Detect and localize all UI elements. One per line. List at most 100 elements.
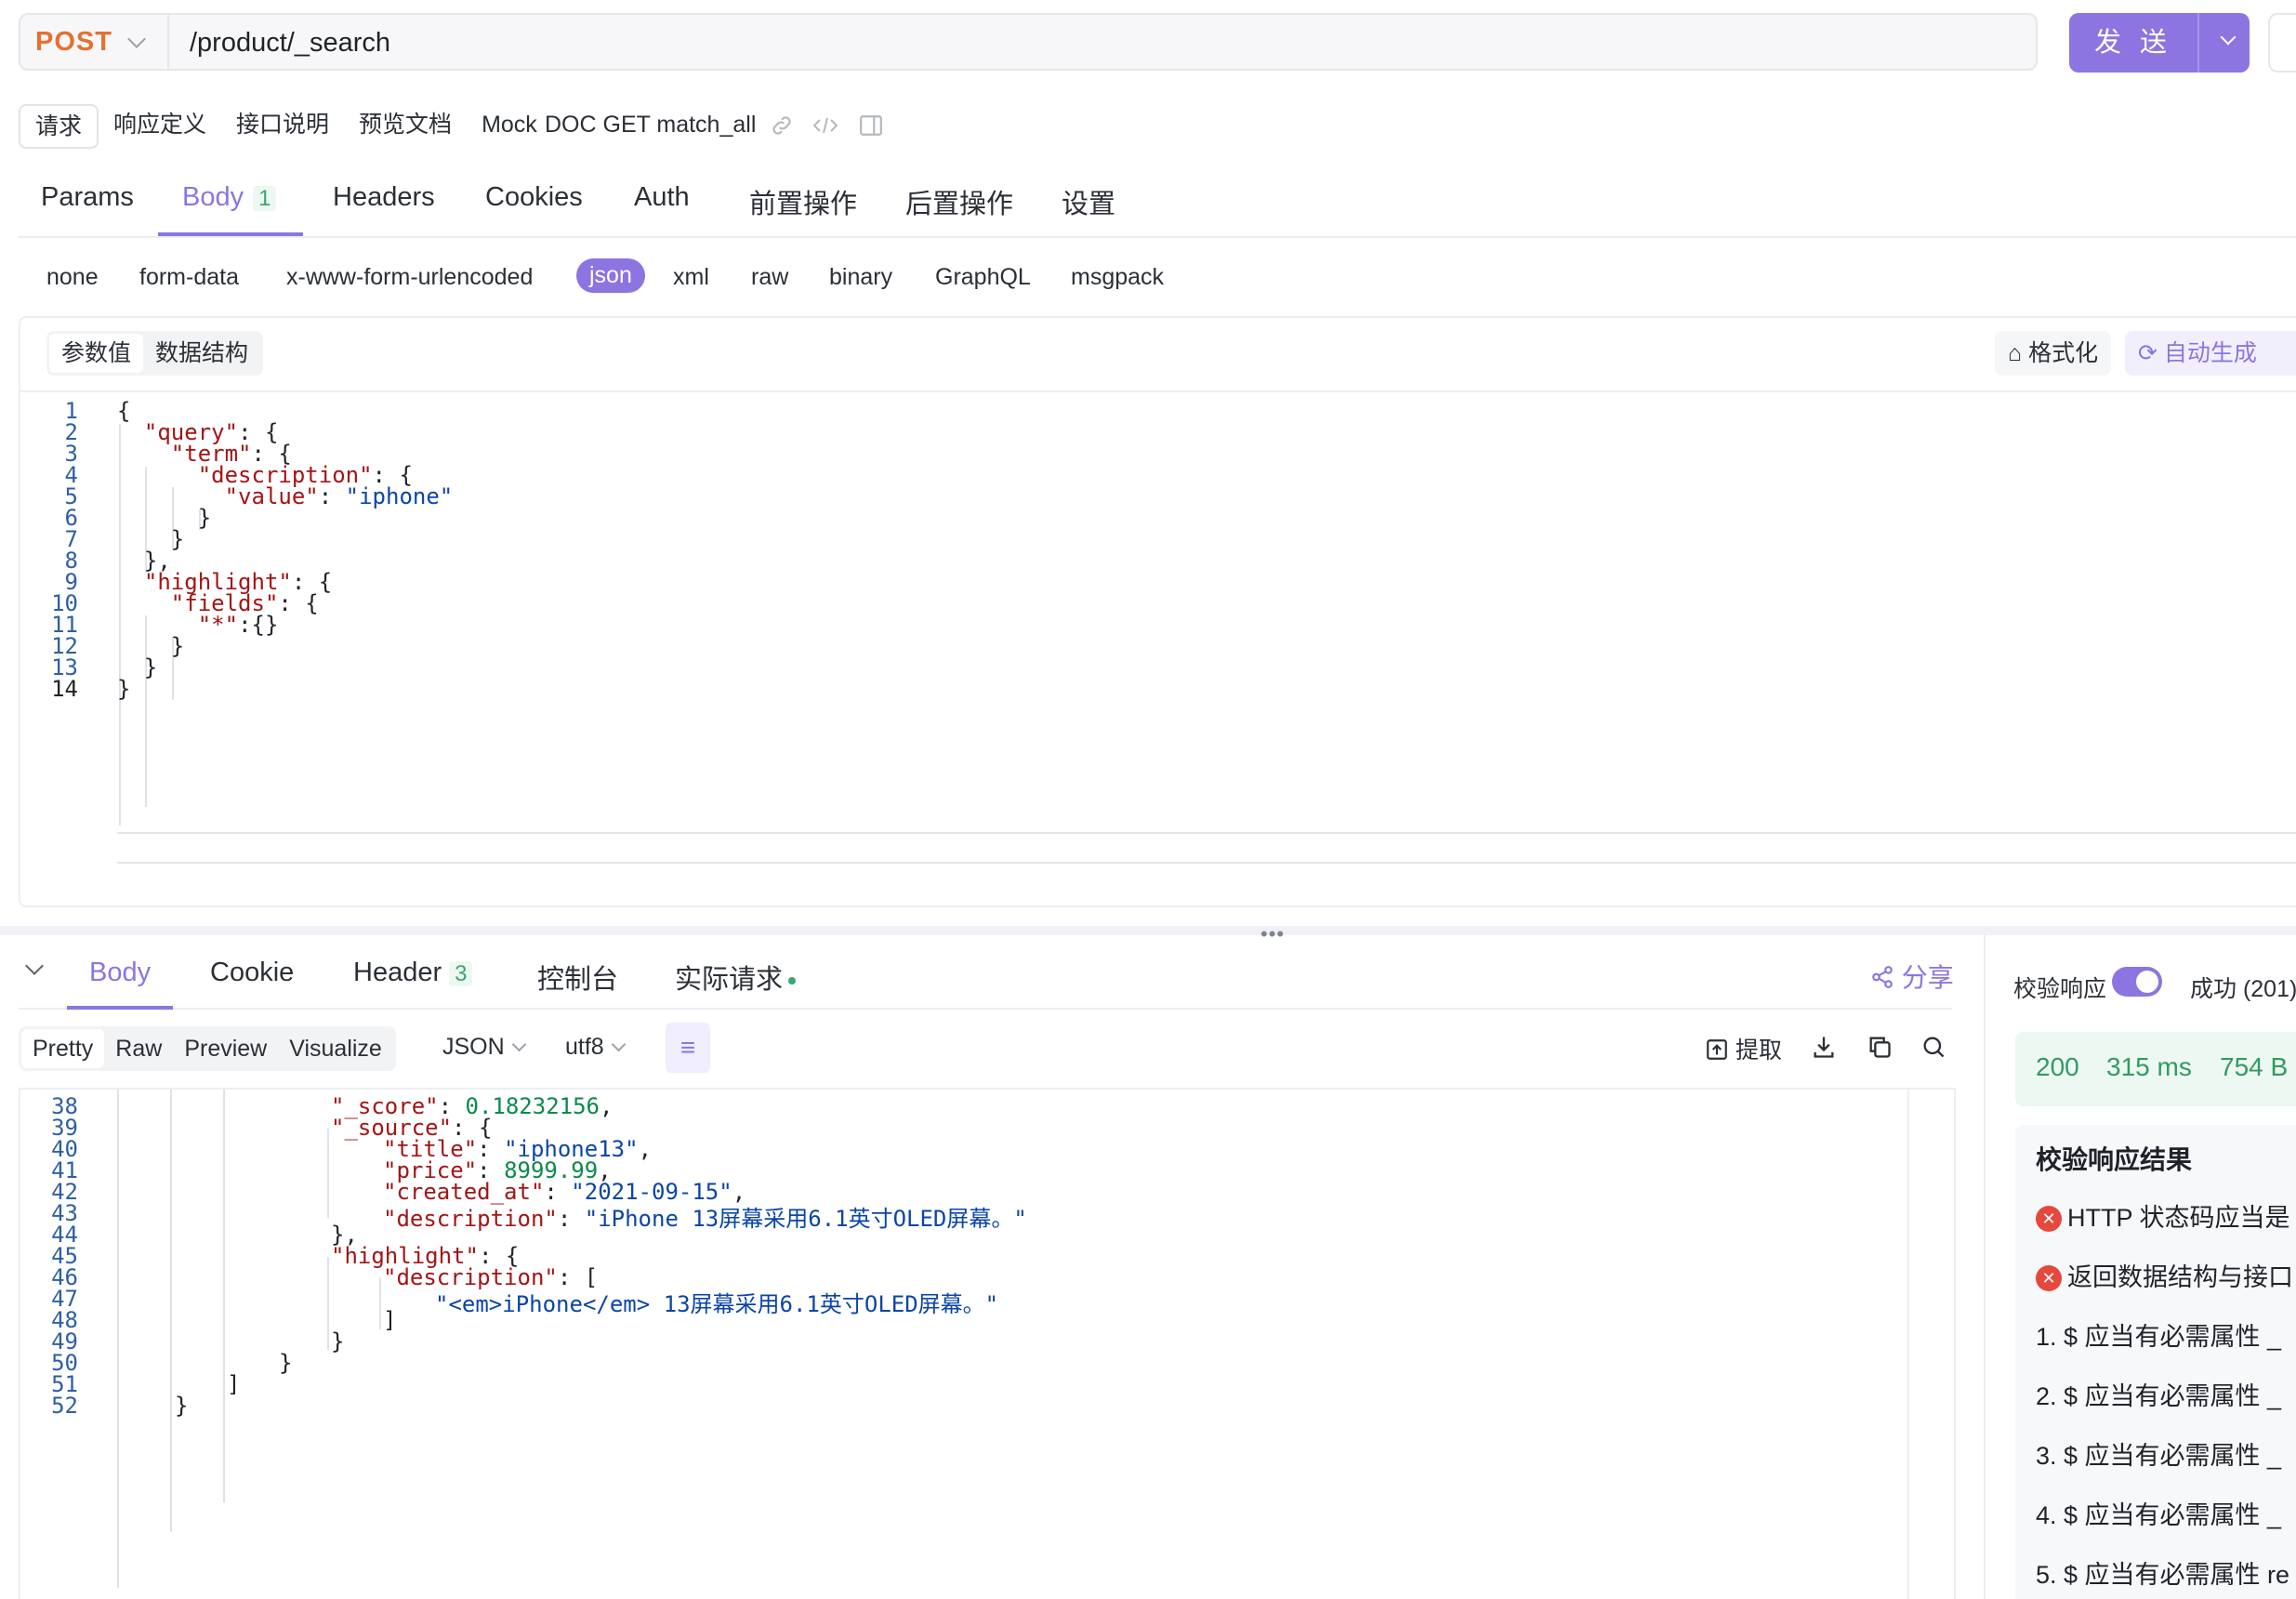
view-mode-switch: Pretty Raw Preview Visualize xyxy=(19,1026,396,1071)
validate-response-label: 校验响应 xyxy=(2013,976,2107,1002)
format-icon: ⌂ xyxy=(2008,340,2023,366)
validation-item: 1. $ 应当有必需属性 _ xyxy=(2036,1323,2282,1351)
error-icon: ✕ xyxy=(2036,1206,2062,1232)
send-button[interactable]: 发 送 xyxy=(2069,13,2250,73)
url-input[interactable]: /product/_search xyxy=(190,28,390,59)
tab-response-body[interactable]: Body xyxy=(89,958,151,988)
code-line: ] xyxy=(383,1307,397,1333)
indent-guide xyxy=(327,1129,329,1218)
view-visualize[interactable]: Visualize xyxy=(278,1029,393,1068)
extract-button[interactable]: 提取 xyxy=(1705,1032,1782,1065)
error-icon: ✕ xyxy=(2036,1265,2062,1291)
body-type-graphql[interactable]: GraphQL xyxy=(935,264,1031,291)
tab-auth[interactable]: Auth xyxy=(634,182,690,213)
body-type-urlencoded[interactable]: x-www-form-urlencoded xyxy=(286,264,533,291)
code-line: } xyxy=(175,1393,189,1419)
code-line: ] xyxy=(227,1371,241,1397)
validate-response-toggle[interactable] xyxy=(2112,967,2162,997)
share-label: 分享 xyxy=(1901,963,1954,992)
format-button[interactable]: ⌂ 格式化 xyxy=(1995,331,2112,376)
code-line: } xyxy=(331,1328,345,1355)
tab-cookies[interactable]: Cookies xyxy=(485,182,583,213)
line-number: 14 xyxy=(51,676,78,702)
body-type-json[interactable]: json xyxy=(576,258,645,293)
request-body-editor[interactable]: 参数值 数据结构 ⌂ 格式化 ⟳ 自动生成 1 2 3 4 5 6 7 8 9 … xyxy=(19,316,2296,907)
code-line: "description": "iPhone 13屏幕采用6.1英寸OLED屏幕… xyxy=(383,1206,1027,1232)
tab-response-cookie[interactable]: Cookie xyxy=(210,958,294,988)
send-divider xyxy=(2197,13,2199,73)
extract-icon xyxy=(1707,1039,1727,1060)
body-type-xml[interactable]: xml xyxy=(673,264,709,291)
wrap-icon[interactable]: ≡ xyxy=(666,1023,710,1073)
code-icon[interactable] xyxy=(812,113,838,138)
validation-status[interactable]: 成功 (201) xyxy=(2190,971,2296,1004)
tab-request[interactable]: 请求 xyxy=(19,104,99,149)
body-type-binary[interactable]: binary xyxy=(829,264,892,291)
active-tab-indicator xyxy=(158,232,303,236)
doc-tabs: 请求 响应定义 接口说明 预览文档 Mock xyxy=(19,104,552,149)
save-button[interactable] xyxy=(2268,13,2296,73)
tab-headers[interactable]: Headers xyxy=(333,182,435,213)
response-body-viewer[interactable]: 38 39 40 41 42 43 44 45 46 47 48 49 50 5… xyxy=(19,1088,1956,1599)
tab-pre-operations[interactable]: 前置操作 xyxy=(749,182,857,221)
copy-icon[interactable] xyxy=(1867,1034,1893,1060)
link-icon[interactable] xyxy=(770,113,794,138)
body-type-none[interactable]: none xyxy=(46,264,99,291)
chevron-down-icon[interactable] xyxy=(2220,29,2237,46)
share-icon xyxy=(1872,966,1893,988)
view-pretty[interactable]: Pretty xyxy=(21,1029,105,1068)
tab-pre-label: 前置操作 xyxy=(749,190,858,219)
tab-post-operations[interactable]: 后置操作 xyxy=(905,182,1013,221)
mode-schema[interactable]: 数据结构 xyxy=(143,334,260,373)
response-tabs: Body Cookie Header 3 控制台 实际请求 xyxy=(19,945,1952,1010)
validation-error-text: HTTP 状态码应当是 xyxy=(2067,1204,2290,1232)
share-button[interactable]: 分享 xyxy=(1870,958,1954,995)
search-icon[interactable] xyxy=(1920,1034,1946,1060)
splitter-grip-icon[interactable]: ••• xyxy=(1260,922,1285,946)
tab-settings-label: 设置 xyxy=(1062,190,1116,219)
body-type-raw[interactable]: raw xyxy=(751,264,788,291)
extract-label: 提取 xyxy=(1735,1037,1782,1064)
tab-actual-label: 实际请求 xyxy=(675,965,784,995)
tab-settings[interactable]: 设置 xyxy=(1062,182,1115,221)
code-line: "<em>iPhone</em> 13屏幕采用6.1英寸OLED屏幕。" xyxy=(435,1291,999,1317)
indent-guide xyxy=(170,1090,172,1532)
view-raw[interactable]: Raw xyxy=(104,1029,173,1068)
doc-title: DOC GET match_all xyxy=(545,112,757,138)
method-select[interactable]: POST xyxy=(20,15,169,69)
indent-guide xyxy=(379,1277,381,1329)
code-line: } xyxy=(117,676,131,702)
tab-actual-request[interactable]: 实际请求 xyxy=(675,958,797,997)
validation-error-text: 返回数据结构与接口 xyxy=(2067,1263,2293,1291)
vertical-scrollbar[interactable] xyxy=(1907,1088,1909,1599)
sidebar-icon[interactable] xyxy=(859,113,883,138)
autogen-button[interactable]: ⟳ 自动生成 xyxy=(2125,331,2296,376)
tab-response-header-label: Header xyxy=(353,958,442,987)
encoding-select[interactable]: utf8 xyxy=(565,1034,626,1061)
tab-response-definition[interactable]: 响应定义 xyxy=(99,104,221,149)
panel-splitter[interactable] xyxy=(0,926,2296,935)
view-preview[interactable]: Preview xyxy=(173,1029,278,1068)
tab-preview-doc[interactable]: 预览文档 xyxy=(344,104,467,149)
format-select[interactable]: JSON xyxy=(442,1034,526,1061)
chevron-down-icon xyxy=(127,30,146,48)
status-dot xyxy=(788,977,797,985)
tab-body[interactable]: Body 1 xyxy=(182,182,277,213)
body-type-form-data[interactable]: form-data xyxy=(139,264,239,291)
editor-divider xyxy=(20,390,2296,392)
tab-console[interactable]: 控制台 xyxy=(537,958,618,997)
validation-error: ✕ 返回数据结构与接口 xyxy=(2036,1257,2293,1293)
request-tabs: Params Body 1 Headers Cookies Auth 前置操作 后… xyxy=(19,182,2296,238)
method-label: POST xyxy=(35,26,112,57)
tab-mock[interactable]: Mock xyxy=(467,104,552,149)
status-code: 200 xyxy=(2036,1052,2079,1081)
indent-guide xyxy=(327,1257,329,1350)
tab-api-description[interactable]: 接口说明 xyxy=(221,104,344,149)
tab-response-header[interactable]: Header 3 xyxy=(353,958,473,988)
mode-values[interactable]: 参数值 xyxy=(49,334,144,373)
download-icon[interactable] xyxy=(1811,1034,1837,1060)
body-type-msgpack[interactable]: msgpack xyxy=(1071,264,1164,291)
tab-params[interactable]: Params xyxy=(41,182,134,213)
url-bar: POST /product/_search xyxy=(19,13,2038,71)
indent-guide xyxy=(223,1090,225,1502)
